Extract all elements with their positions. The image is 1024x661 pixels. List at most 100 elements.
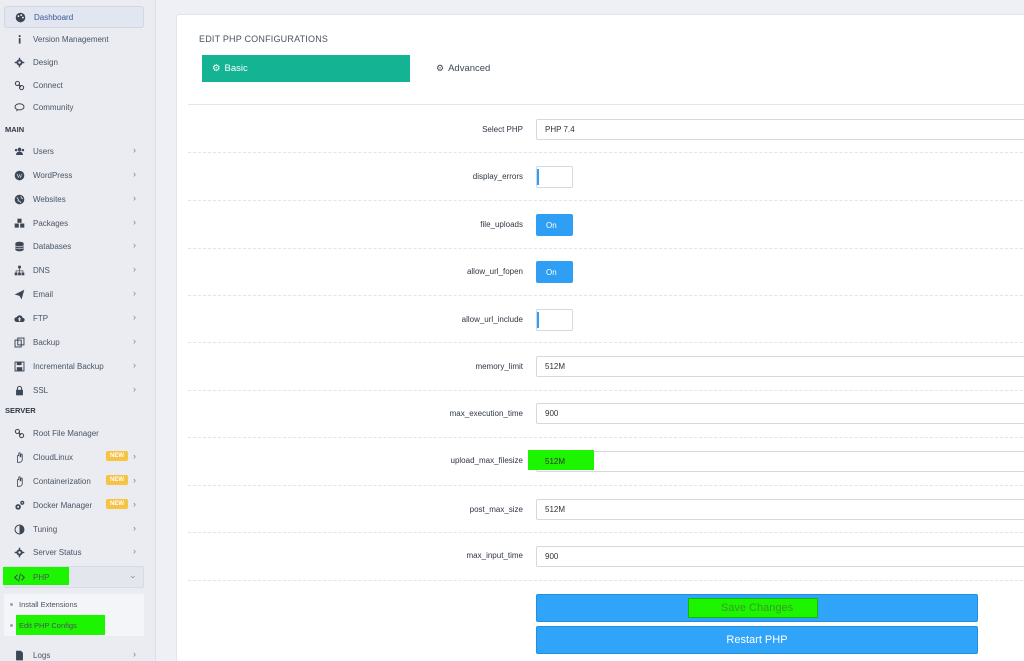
gear-icon [12,545,26,559]
save-icon [12,359,26,373]
new-badge: NEW [106,475,128,485]
max-execution-time-input[interactable]: 900 [536,403,1024,424]
lock-icon [12,383,26,397]
field-label-max-input-time: max_input_time [466,551,523,560]
tab-divider [188,104,1024,105]
sidebar-item-label: Users [33,146,54,156]
sidebar-item-websites[interactable]: Websites › [4,188,144,210]
sidebar-item-ftp[interactable]: FTP › [4,307,144,329]
field-label-post-max-size: post_max_size [469,505,523,514]
select-php-dropdown[interactable]: PHP 7.4 [536,119,1024,140]
chevron-right-icon: › [133,169,136,179]
sidebar-item-incremental-backup[interactable]: Incremental Backup › [4,355,144,377]
cubes-icon [12,216,26,230]
sidebar-item-php-label[interactable]: PHP [4,566,144,588]
sidebar-item-label: Backup [33,337,60,347]
chevron-right-icon: › [133,240,136,250]
file-uploads-toggle[interactable]: On [536,214,573,236]
max-input-time-input[interactable]: 900 [536,546,1024,567]
chevron-right-icon: › [133,288,136,298]
sidebar-item-databases[interactable]: Databases › [4,235,144,257]
info-icon [12,32,26,46]
sidebar-item-community[interactable]: Community [4,96,144,118]
display-errors-toggle[interactable] [536,166,573,188]
sidebar-item-label: Websites [33,194,66,204]
post-max-size-input[interactable]: 512M [536,499,1024,520]
field-label-display-errors: display_errors [472,172,523,181]
palette-icon [13,10,27,24]
sidebar-item-design[interactable]: Design [4,51,144,73]
row-divider [188,342,1024,343]
chevron-right-icon: › [133,336,136,346]
new-badge: NEW [106,499,128,509]
code-icon [12,570,26,584]
sidebar-item-label: Incremental Backup [33,361,104,371]
sidebar-item-label: Version Management [33,34,109,44]
restart-php-button[interactable]: Restart PHP [536,626,978,654]
sidebar-item-label: Dashboard [34,12,74,22]
sidebar-item-cloudlinux[interactable]: CloudLinux NEW › [4,446,144,468]
row-divider [188,295,1024,296]
sidebar-item-label: SSL [33,385,49,395]
submenu-label: Install Extensions [19,599,78,609]
sidebar-item-label: Server Status [33,547,82,557]
sidebar-item-label: Databases [33,241,72,251]
submenu-item-install-extensions[interactable]: Install Extensions [4,594,140,614]
memory-limit-input[interactable]: 512M [536,356,1024,377]
allow-url-include-toggle[interactable] [536,309,573,331]
field-label-memory-limit: memory_limit [475,362,523,371]
bullet-icon [10,623,13,627]
sidebar-item-backup[interactable]: Backup › [4,331,144,353]
chevron-right-icon: › [133,360,136,370]
sidebar-item-label: FTP [33,313,49,323]
sidebar-item-logs[interactable]: Logs › [4,644,144,661]
link-icon [12,426,26,440]
row-divider [188,485,1024,486]
gear-icon [12,55,26,69]
paper-plane-icon [12,287,26,301]
sidebar-item-email[interactable]: Email › [4,283,144,305]
sidebar-item-packages[interactable]: Packages › [4,212,144,234]
cogs-icon: ⚙ [436,63,445,73]
wordpress-icon: W [12,168,26,182]
row-divider [188,390,1024,391]
sidebar-item-wordpress[interactable]: W WordPress › [4,164,144,186]
sidebar-item-connect[interactable]: Connect [4,74,144,96]
row-divider [188,580,1024,581]
sidebar-item-users[interactable]: Users › [4,140,144,162]
file-icon [12,648,26,661]
page-title: EDIT PHP CONFIGURATIONS [199,34,329,44]
row-divider [188,532,1024,533]
svg-text:W: W [16,172,22,179]
sidebar-item-dashboard[interactable]: Dashboard [4,6,144,28]
sidebar-item-label: Logs [33,650,51,660]
field-label-select-php: Select PHP [482,125,523,134]
chevron-right-icon: › [133,523,136,533]
chevron-right-icon: › [133,384,136,394]
sidebar-item-tuning[interactable]: Tuning › [4,518,144,540]
sidebar-item-server-status[interactable]: Server Status › [4,541,144,563]
sidebar-item-ssl[interactable]: SSL › [4,379,144,401]
new-badge: NEW [106,451,128,461]
chevron-right-icon: › [133,312,136,322]
sidebar-item-label: CloudLinux [33,452,74,462]
section-main: MAIN [5,125,25,134]
submenu-label: Edit PHP Configs [19,620,77,630]
sidebar-item-dns[interactable]: DNS › [4,259,144,281]
tab-advanced[interactable]: ⚙ Advanced [436,55,556,82]
allow-url-fopen-toggle[interactable]: On [536,261,573,283]
database-icon [12,239,26,253]
sidebar-item-version-management[interactable]: Version Management [4,28,144,50]
sidebar-item-root-file-manager[interactable]: Root File Manager [4,422,144,444]
field-label-file-uploads: file_uploads [480,220,523,229]
submenu-item-edit-php-configs[interactable]: Edit PHP Configs [4,615,140,635]
tab-label: Advanced [448,63,491,74]
sidebar-item-docker-manager[interactable]: Docker Manager NEW › [4,494,144,516]
tab-basic[interactable]: ⚙ Basic [202,55,410,82]
field-label-max-execution-time: max_execution_time [449,409,523,418]
hand-icon [12,474,26,488]
row-divider [188,152,1024,153]
chevron-right-icon: › [133,475,136,485]
field-label-allow-url-include: allow_url_include [461,315,523,324]
sidebar-item-containerization[interactable]: Containerization NEW › [4,470,144,492]
